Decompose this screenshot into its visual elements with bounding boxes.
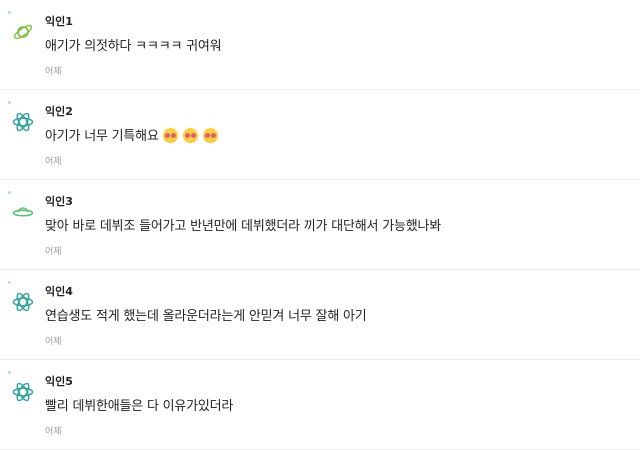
indicator-dot [8, 11, 11, 14]
comment-list: 익인1 애기가 의젓하다 ㅋㅋㅋㅋ 귀여워 어제 익인2 아기가 너무 기특해요… [0, 0, 640, 450]
comment-text: 아기가 너무 기특해요 [45, 129, 159, 144]
comment-item: 익인2 아기가 너무 기특해요 어제 [0, 90, 640, 180]
comment-item: 익인1 애기가 의젓하다 ㅋㅋㅋㅋ 귀여워 어제 [0, 0, 640, 90]
comment-time: 어제 [45, 337, 62, 347]
comment-item: 익인5 빨리 데뷔한애들은 다 이유가있더라 어제 [0, 360, 640, 450]
ufo-icon [12, 201, 34, 223]
atom-icon [12, 291, 34, 313]
pleading-face-emoji [182, 128, 198, 143]
comment-author: 익인3 [45, 195, 73, 208]
comment-author: 익인2 [45, 105, 73, 118]
comment-text: 빨리 데뷔한애들은 다 이유가있더라 [45, 399, 234, 414]
comment-item: 익인3 맞아 바로 데뷔조 들어가고 반년만에 데뷔했더라 끼가 대단해서 가능… [0, 180, 640, 270]
atom-icon [12, 381, 34, 403]
comment-text: 애기가 의젓하다 ㅋㅋㅋㅋ 귀여워 [45, 39, 222, 54]
comment-author: 익인4 [45, 285, 73, 298]
pleading-face-emoji [162, 128, 178, 143]
atom-icon [12, 111, 34, 133]
comment-author: 익인1 [45, 15, 73, 28]
comment-author: 익인5 [45, 375, 73, 388]
indicator-dot [8, 191, 11, 194]
comment-text: 연습생도 적게 했는데 올라운더라는게 안믿겨 너무 잘해 아기 [45, 309, 367, 324]
comment-time: 어제 [45, 427, 62, 437]
indicator-dot [8, 101, 11, 104]
indicator-dot [8, 371, 11, 374]
saturn-icon [12, 21, 34, 43]
comment-time: 어제 [45, 247, 62, 257]
comment-text-line: 아기가 너무 기특해요 [45, 125, 218, 144]
indicator-dot [8, 281, 11, 284]
comment-time: 어제 [45, 67, 62, 77]
pleading-face-emoji [202, 128, 218, 143]
comment-text: 맞아 바로 데뷔조 들어가고 반년만에 데뷔했더라 끼가 대단해서 가능했나봐 [45, 219, 442, 234]
comment-item: 익인4 연습생도 적게 했는데 올라운더라는게 안믿겨 너무 잘해 아기 어제 [0, 270, 640, 360]
comment-time: 어제 [45, 157, 62, 167]
emoji-group [162, 128, 218, 143]
